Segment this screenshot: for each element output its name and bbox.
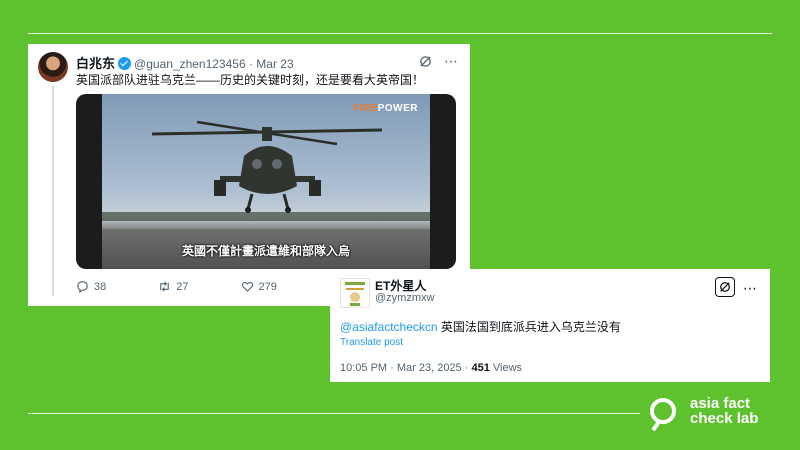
tweet-top-actions: ⋯ [418,54,458,68]
logo-line-1: asia fact [690,395,751,412]
tweet-card-1[interactable]: 白兆东 @guan_zhen123456 · Mar 23 ⋯ 英国派部队进驻乌克… [28,44,470,306]
timestamp[interactable]: 10:05 PM · Mar 23, 2025 · [340,362,471,374]
avatar-image [345,282,365,306]
thread-line [52,86,54,296]
avatar[interactable] [38,52,68,82]
tweet-text: @asiafactcheckcn 英国法国到底派兵进入乌克兰没有 [340,318,621,335]
grok-icon[interactable] [418,54,432,68]
like-count: 279 [258,280,277,293]
tweet-meta: 10:05 PM · Mar 23, 2025 · 451 Views [340,362,522,374]
tweet-text: 英国派部队进驻乌克兰——历史的关键时刻，还是要看大英帝国！ [76,73,425,87]
reply-icon [77,281,88,293]
repost-count: 27 [176,280,189,293]
more-options-icon[interactable]: ⋯ [444,54,458,68]
repost-button[interactable]: 27 [158,280,189,293]
translate-post-link[interactable]: Translate post [340,337,403,348]
magnifier-handle [651,420,661,432]
tweet-stats: 38 27 279 [76,280,329,293]
reply-count: 38 [94,280,107,293]
views-label: Views [489,362,523,374]
video-subtitle: 英國不僅計畫派遣維和部隊入烏 [181,244,350,258]
video-frame: FIREPOWER 英國不僅計畫派遣維和部隊入烏 [102,94,430,269]
asia-fact-check-lab-logo: asia fact check lab [650,394,780,434]
video-thumbnail[interactable]: FIREPOWER 英國不僅計畫派遣維和部隊入烏 [76,94,456,269]
tweet-author-row: 白兆东 @guan_zhen123456 · Mar 23 [76,53,294,72]
repost-icon [160,281,170,292]
verified-badge-icon [118,57,132,70]
tweet-card-2[interactable]: ET外星人 @zymzmxw ⋯ @asiafactcheckcn 英国法国到底… [330,269,770,382]
tweet-body: 英国法国到底派兵进入乌克兰没有 [437,320,621,334]
logo-text: asia fact check lab [690,396,758,426]
mention-link[interactable]: @asiafactcheckcn [340,320,438,334]
top-divider [28,33,772,34]
author-handle[interactable]: @zymzmxw [375,292,434,304]
video-brand-label: FIREPOWER [352,103,418,114]
grok-icon[interactable] [715,277,735,297]
heart-icon [241,281,253,292]
bottom-divider [28,413,640,414]
more-options-icon[interactable]: ⋯ [743,280,757,297]
author-name[interactable]: 白兆东 [76,56,115,71]
magnifier-icon [650,398,676,424]
author-handle-date[interactable]: @guan_zhen123456 · Mar 23 [134,57,294,71]
views-count: 451 [471,362,490,374]
like-button[interactable]: 279 [241,280,277,293]
logo-line-2: check lab [690,410,759,427]
avatar[interactable] [340,278,370,308]
reply-button[interactable]: 38 [76,280,106,293]
